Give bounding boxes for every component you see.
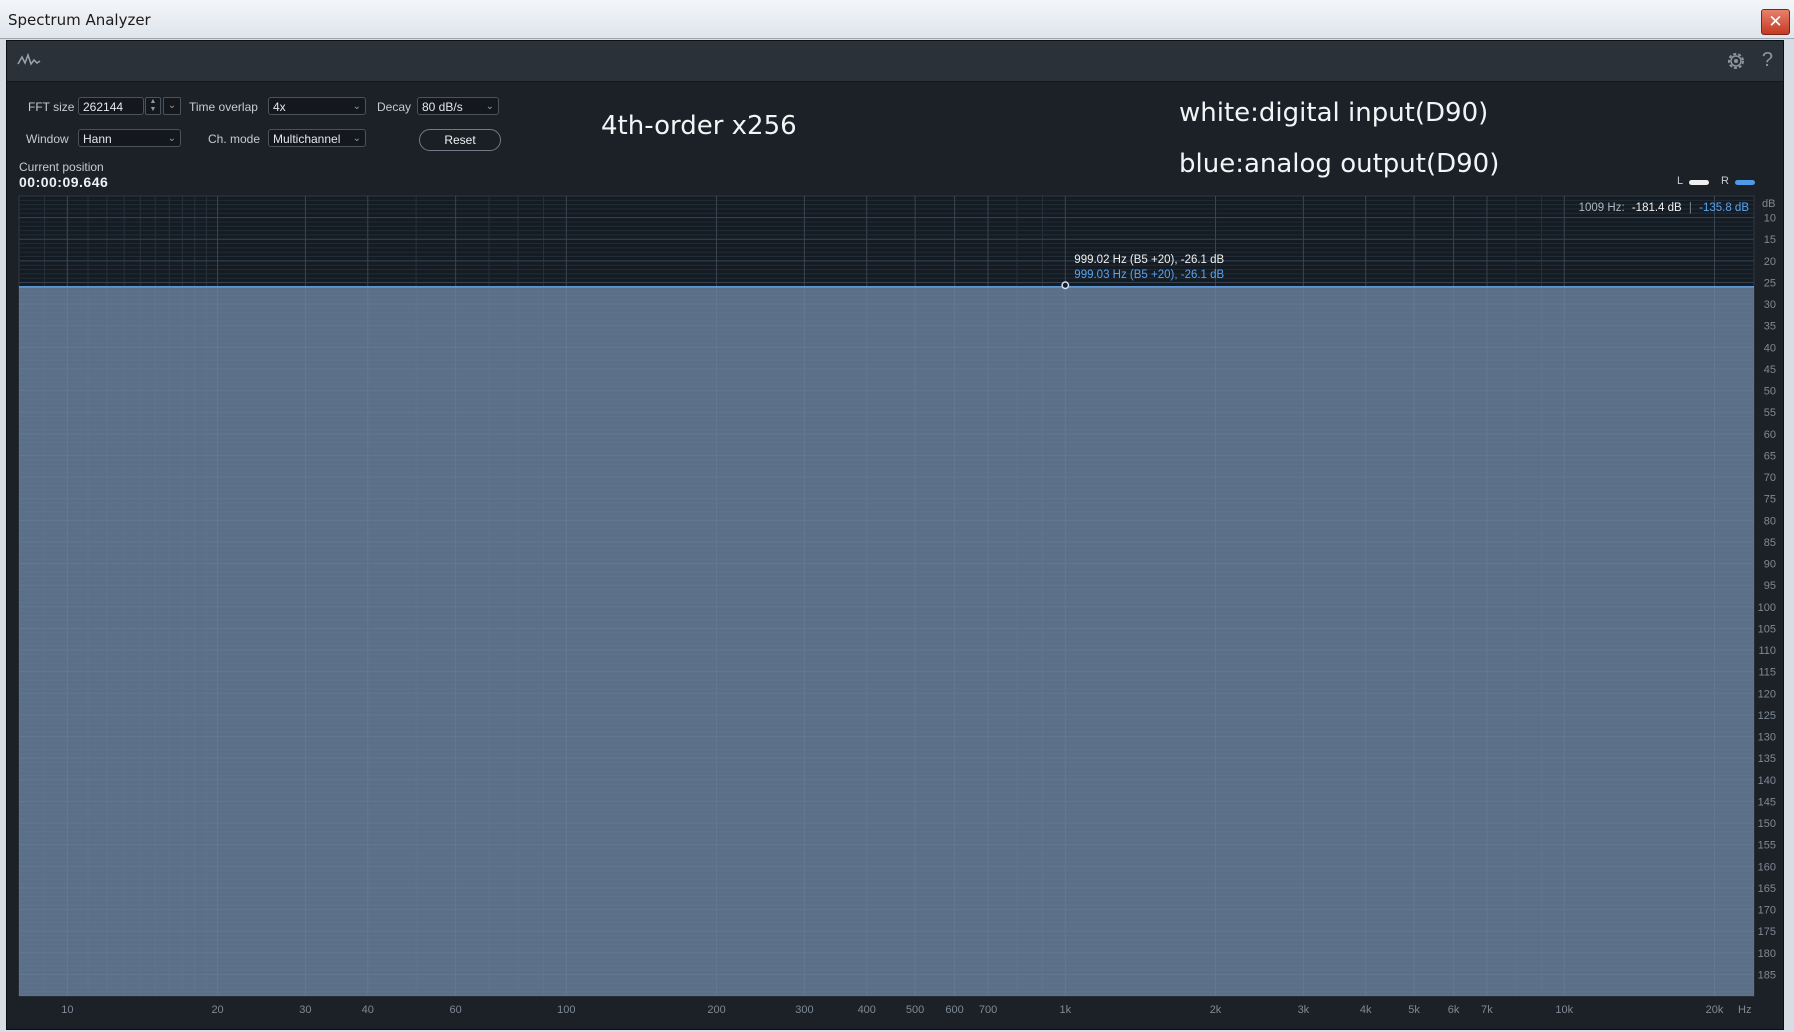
y-tick-label: 80 <box>1764 515 1776 527</box>
x-tick-label: 400 <box>858 1004 876 1016</box>
y-tick-label: 105 <box>1758 623 1776 635</box>
y-tick-label: 150 <box>1758 818 1776 830</box>
cursor-separator: | <box>1689 202 1692 214</box>
y-tick-label: 70 <box>1764 472 1776 484</box>
y-tick-label: 100 <box>1758 602 1776 614</box>
y-tick-label: 20 <box>1764 256 1776 268</box>
x-tick-label: 7k <box>1481 1004 1493 1016</box>
y-tick-label: 140 <box>1758 775 1776 787</box>
cursor-left-db: -181.4 dB <box>1632 202 1682 214</box>
y-tick-label: 165 <box>1758 883 1776 895</box>
y-tick-label: 175 <box>1758 926 1776 938</box>
y-tick-label: 25 <box>1764 277 1776 289</box>
x-tick-label: 3k <box>1298 1004 1310 1016</box>
cursor-frequency: 1009 Hz: <box>1579 202 1625 214</box>
x-tick-label: 100 <box>557 1004 575 1016</box>
peak-marker[interactable] <box>1061 281 1070 290</box>
y-tick-label: 10 <box>1764 213 1776 225</box>
x-tick-label: 200 <box>707 1004 725 1016</box>
x-tick-label: 10 <box>61 1004 73 1016</box>
y-tick-label: 30 <box>1764 299 1776 311</box>
y-tick-label: 15 <box>1764 234 1776 246</box>
y-tick-label: 125 <box>1758 710 1776 722</box>
y-tick-label: 145 <box>1758 796 1776 808</box>
x-tick-label: 4k <box>1360 1004 1372 1016</box>
y-axis-unit: dB <box>1762 198 1775 210</box>
y-tick-label: 130 <box>1758 732 1776 744</box>
x-tick-label: 300 <box>795 1004 813 1016</box>
y-tick-label: 60 <box>1764 429 1776 441</box>
x-tick-label: 1k <box>1059 1004 1071 1016</box>
x-axis-unit: Hz <box>1738 1004 1751 1016</box>
y-tick-label: 55 <box>1764 407 1776 419</box>
y-tick-label: 35 <box>1764 321 1776 333</box>
cursor-readout: 1009 Hz: -181.4 dB | -135.8 dB <box>1579 202 1750 214</box>
x-tick-label: 500 <box>906 1004 924 1016</box>
x-tick-label: 20k <box>1706 1004 1724 1016</box>
y-tick-label: 90 <box>1764 559 1776 571</box>
y-tick-label: 45 <box>1764 364 1776 376</box>
series-L-fill <box>19 286 1754 996</box>
y-tick-label: 75 <box>1764 494 1776 506</box>
x-tick-label: 5k <box>1408 1004 1420 1016</box>
y-tick-label: 135 <box>1758 753 1776 765</box>
y-tick-label: 170 <box>1758 905 1776 917</box>
x-tick-label: 2k <box>1210 1004 1222 1016</box>
y-tick-label: 155 <box>1758 840 1776 852</box>
y-tick-label: 185 <box>1758 969 1776 981</box>
x-tick-label: 60 <box>450 1004 462 1016</box>
y-tick-label: 50 <box>1764 386 1776 398</box>
y-tick-label: 160 <box>1758 861 1776 873</box>
y-tick-label: 95 <box>1764 580 1776 592</box>
y-tick-label: 85 <box>1764 537 1776 549</box>
x-tick-label: 600 <box>945 1004 963 1016</box>
x-tick-label: 10k <box>1555 1004 1573 1016</box>
y-tick-label: 40 <box>1764 342 1776 354</box>
x-tick-label: 700 <box>979 1004 997 1016</box>
y-tick-label: 110 <box>1758 645 1776 657</box>
y-tick-label: 180 <box>1758 948 1776 960</box>
spectrum-plot[interactable]: 10 20 30 40 60 100 200 300 400 500 600 700 1k 2k 3k 4k 5… <box>0 0 1794 1032</box>
x-tick-label: 6k <box>1448 1004 1460 1016</box>
x-tick-label: 30 <box>299 1004 311 1016</box>
x-tick-label: 20 <box>211 1004 223 1016</box>
tooltip-left: 999.02 Hz (B5 +20), -26.1 dB <box>1074 254 1224 266</box>
y-axis-ticks: 10 15 20 25 30 35 40 45 50 55 60 65 70 75 80 85 90 95 100 1… <box>1758 213 1776 982</box>
x-tick-label: 40 <box>362 1004 374 1016</box>
y-tick-label: 120 <box>1758 688 1776 700</box>
y-tick-label: 65 <box>1764 450 1776 462</box>
cursor-right-db: -135.8 dB <box>1699 202 1749 214</box>
y-tick-label: 115 <box>1758 667 1776 679</box>
tooltip-right: 999.03 Hz (B5 +20), -26.1 dB <box>1074 269 1224 281</box>
x-axis-ticks: 10 20 30 40 60 100 200 300 400 500 600 700 1k 2k 3k 4k 5… <box>61 1004 1724 1016</box>
